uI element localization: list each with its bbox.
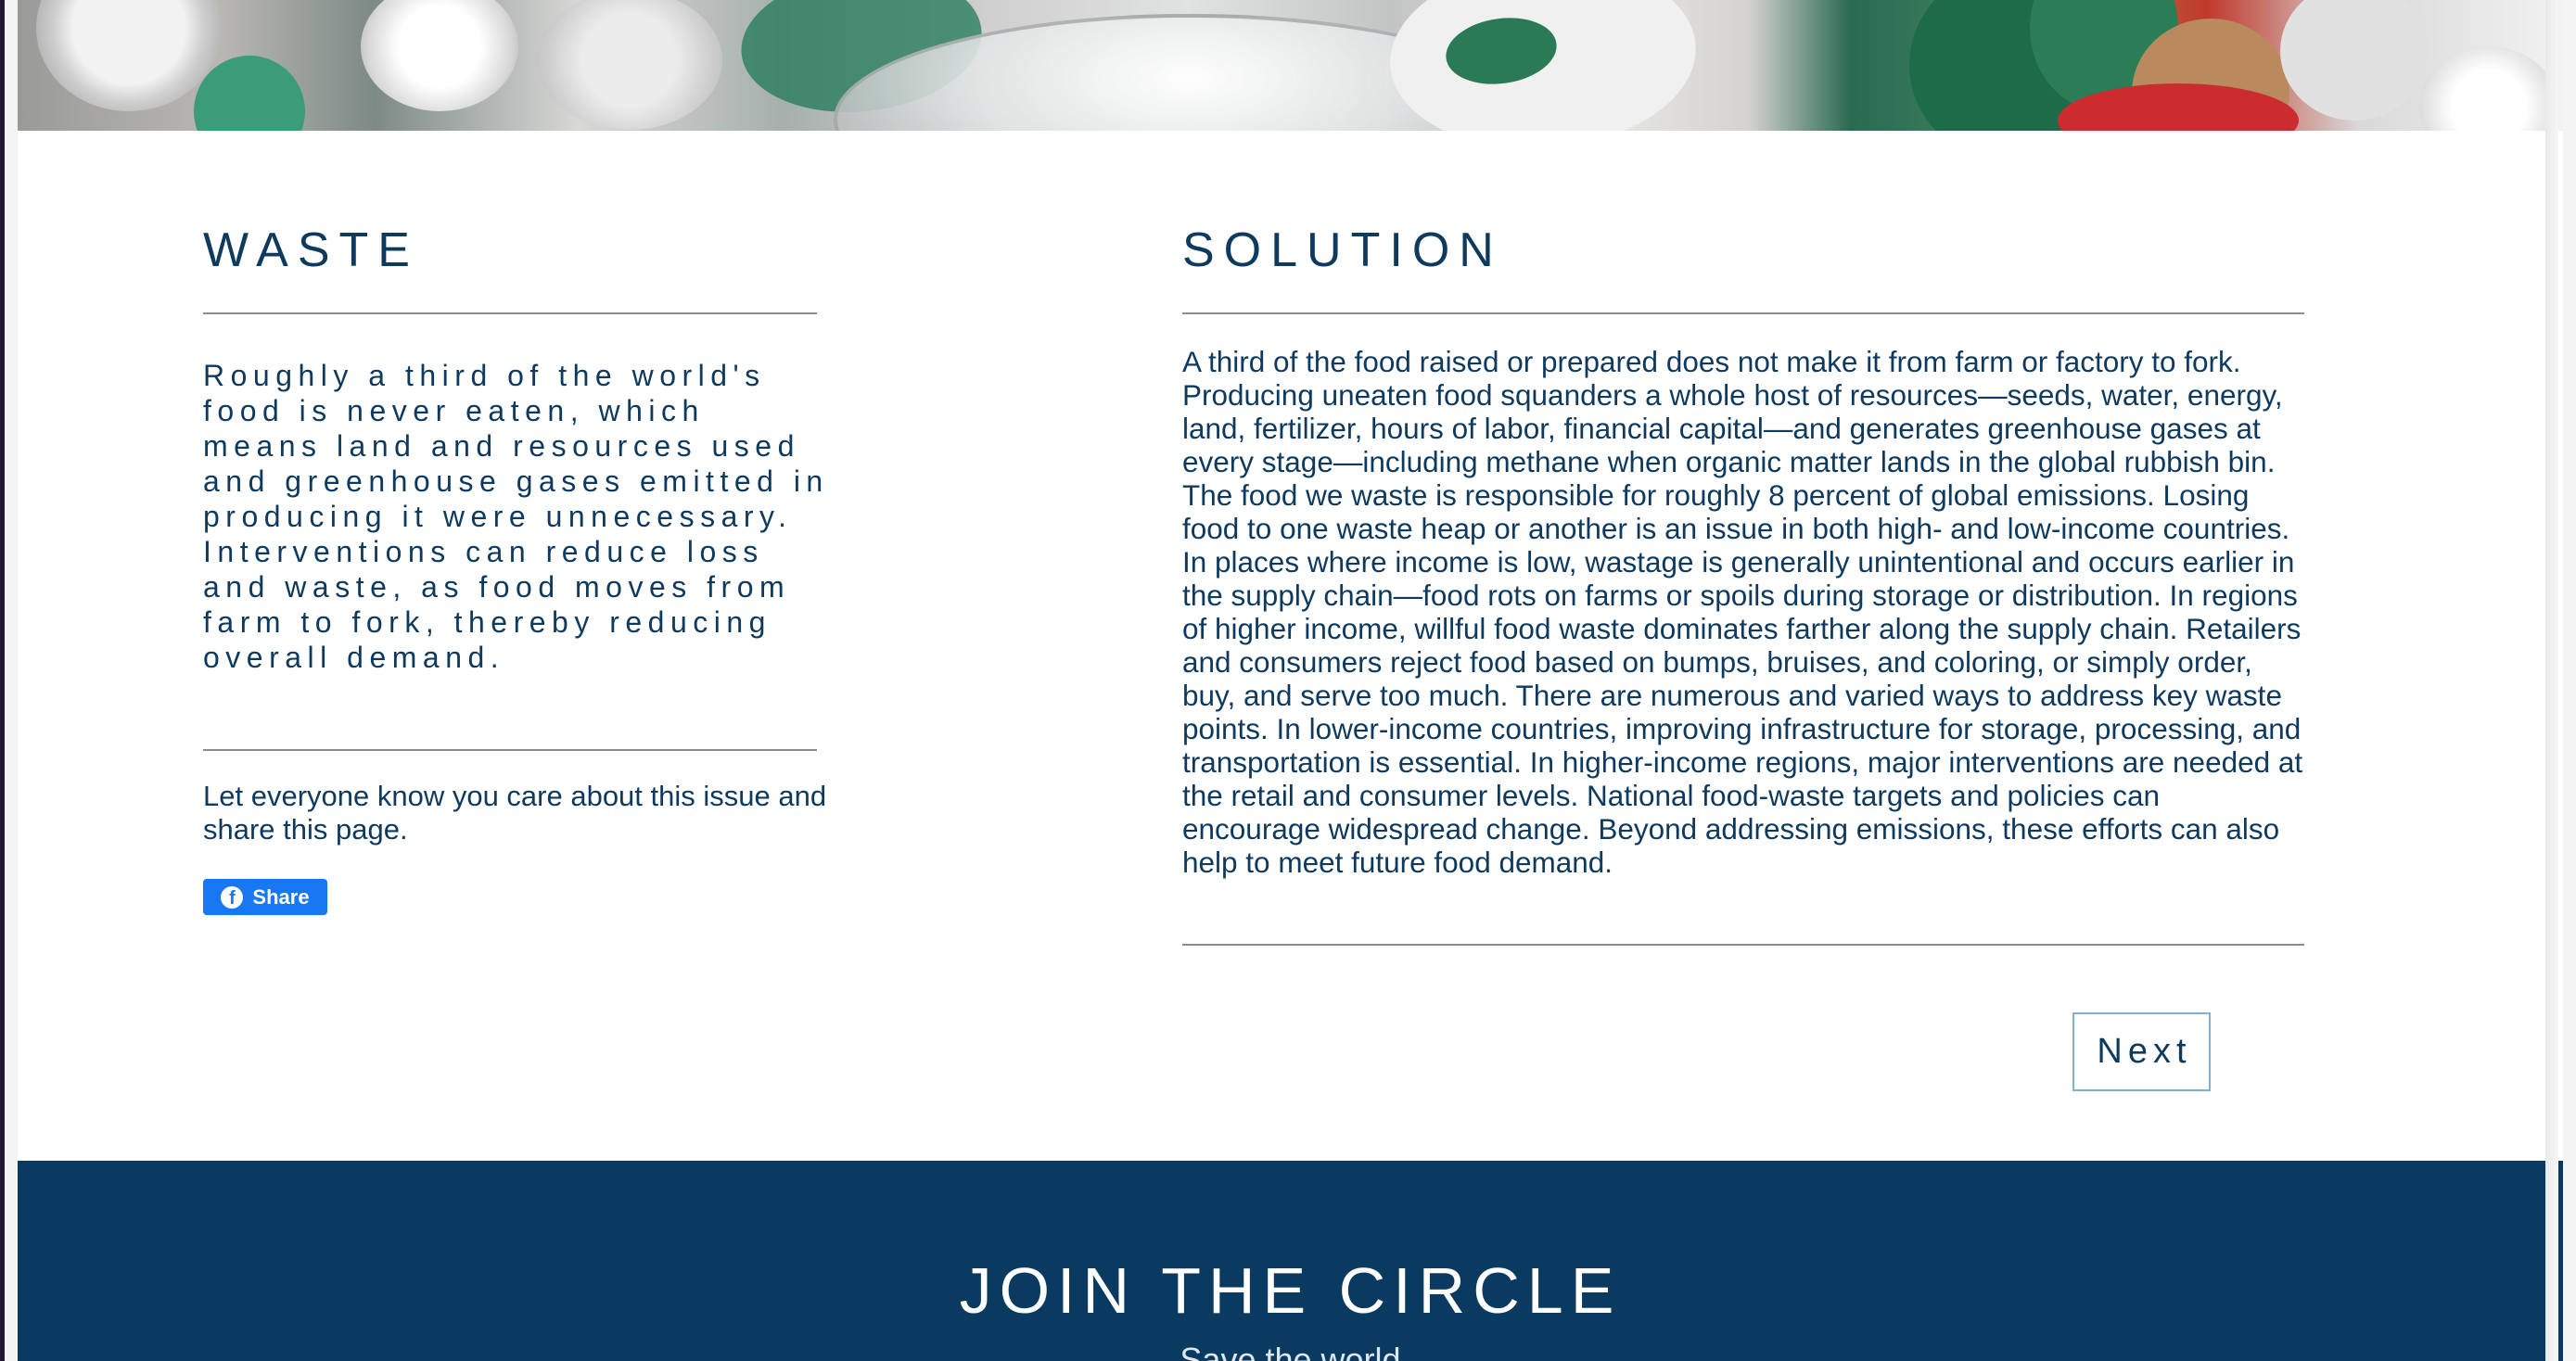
window-edge xyxy=(0,0,5,1361)
hero-cup-lid xyxy=(36,0,222,111)
share-prompt: Let everyone know you care about this is… xyxy=(203,780,827,846)
hero-cup-lid xyxy=(2419,46,2558,131)
scrollbar-track[interactable] xyxy=(2545,0,2558,1361)
waste-heading: WASTE xyxy=(203,223,419,277)
waste-divider-bottom xyxy=(203,749,817,751)
facebook-icon: f xyxy=(221,885,244,909)
waste-summary: Roughly a third of the world's food is n… xyxy=(203,359,829,674)
footer-subtitle: Save the world xyxy=(1180,1341,1401,1361)
hero-image xyxy=(18,0,2563,131)
waste-divider-top xyxy=(203,312,817,314)
hero-cup-lid xyxy=(361,0,518,111)
hero-cup-lid xyxy=(2280,0,2429,121)
page: WASTE Roughly a third of the world's foo… xyxy=(18,0,2563,1361)
facebook-share-label: Share xyxy=(252,884,310,909)
footer: JOIN THE CIRCLE Save the world xyxy=(18,1161,2563,1361)
solution-divider-top xyxy=(1182,312,2304,314)
hero-cup-lid xyxy=(537,0,722,130)
facebook-share-button[interactable]: f Share xyxy=(203,879,327,915)
next-button[interactable]: Next xyxy=(2072,1012,2211,1091)
solution-divider-bottom xyxy=(1182,944,2304,946)
footer-heading: JOIN THE CIRCLE xyxy=(959,1254,1622,1327)
solution-text: A third of the food raised or prepared d… xyxy=(1182,345,2303,879)
solution-heading: SOLUTION xyxy=(1182,223,1503,277)
